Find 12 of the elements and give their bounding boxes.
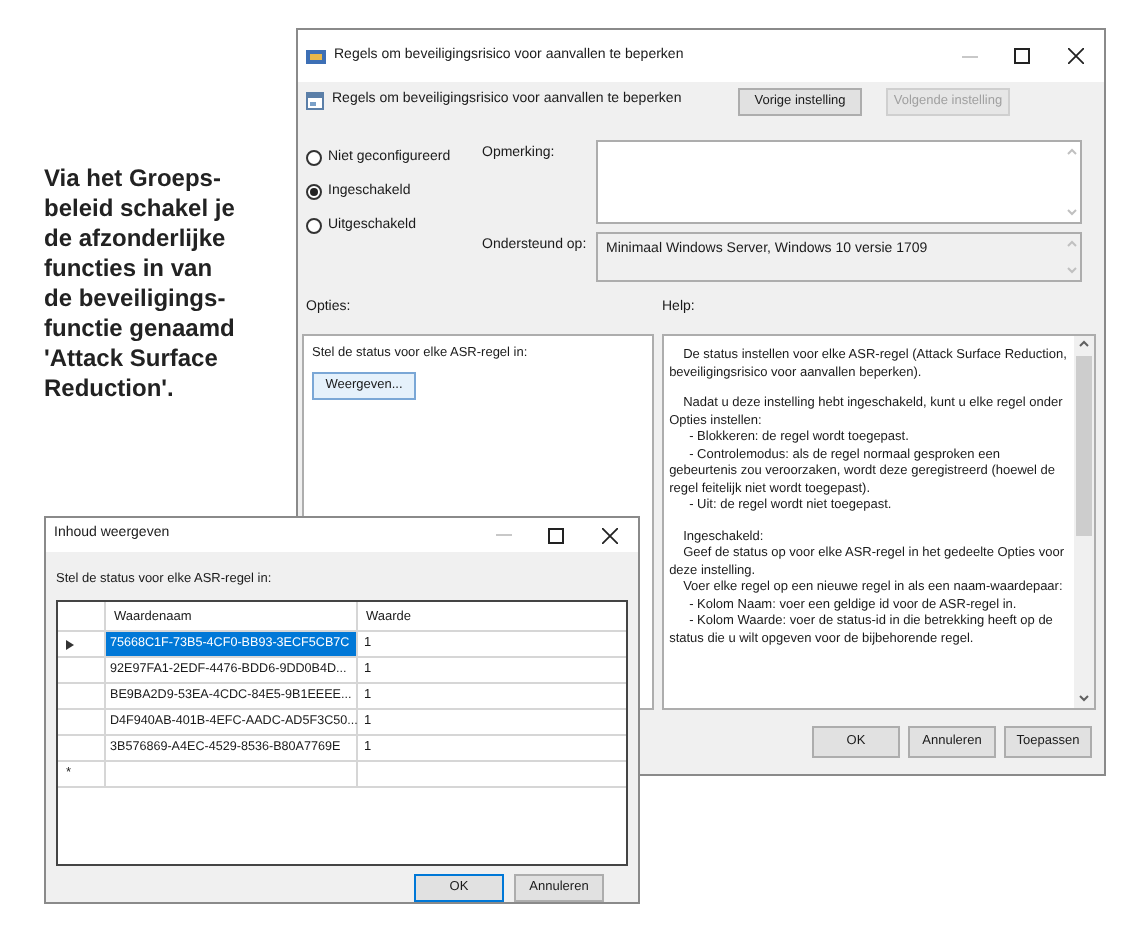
minimize-icon [962,55,978,57]
close-icon [602,527,618,544]
current-row-icon [66,639,74,649]
maximize-icon [1014,48,1030,64]
setting-icon [306,91,324,110]
comment-field[interactable] [596,140,1082,224]
minimize-icon [496,534,512,537]
close-icon [1068,48,1084,64]
maximize-icon [548,527,564,544]
scrollbar-icon [1074,336,1094,708]
caption-text: Via het Groeps- beleid schakel je de afzonderlijke functies in van de beveiligings- functie genaamd 'Attack Surface Reduction'. [44,164,237,404]
policy-icon [306,47,326,65]
